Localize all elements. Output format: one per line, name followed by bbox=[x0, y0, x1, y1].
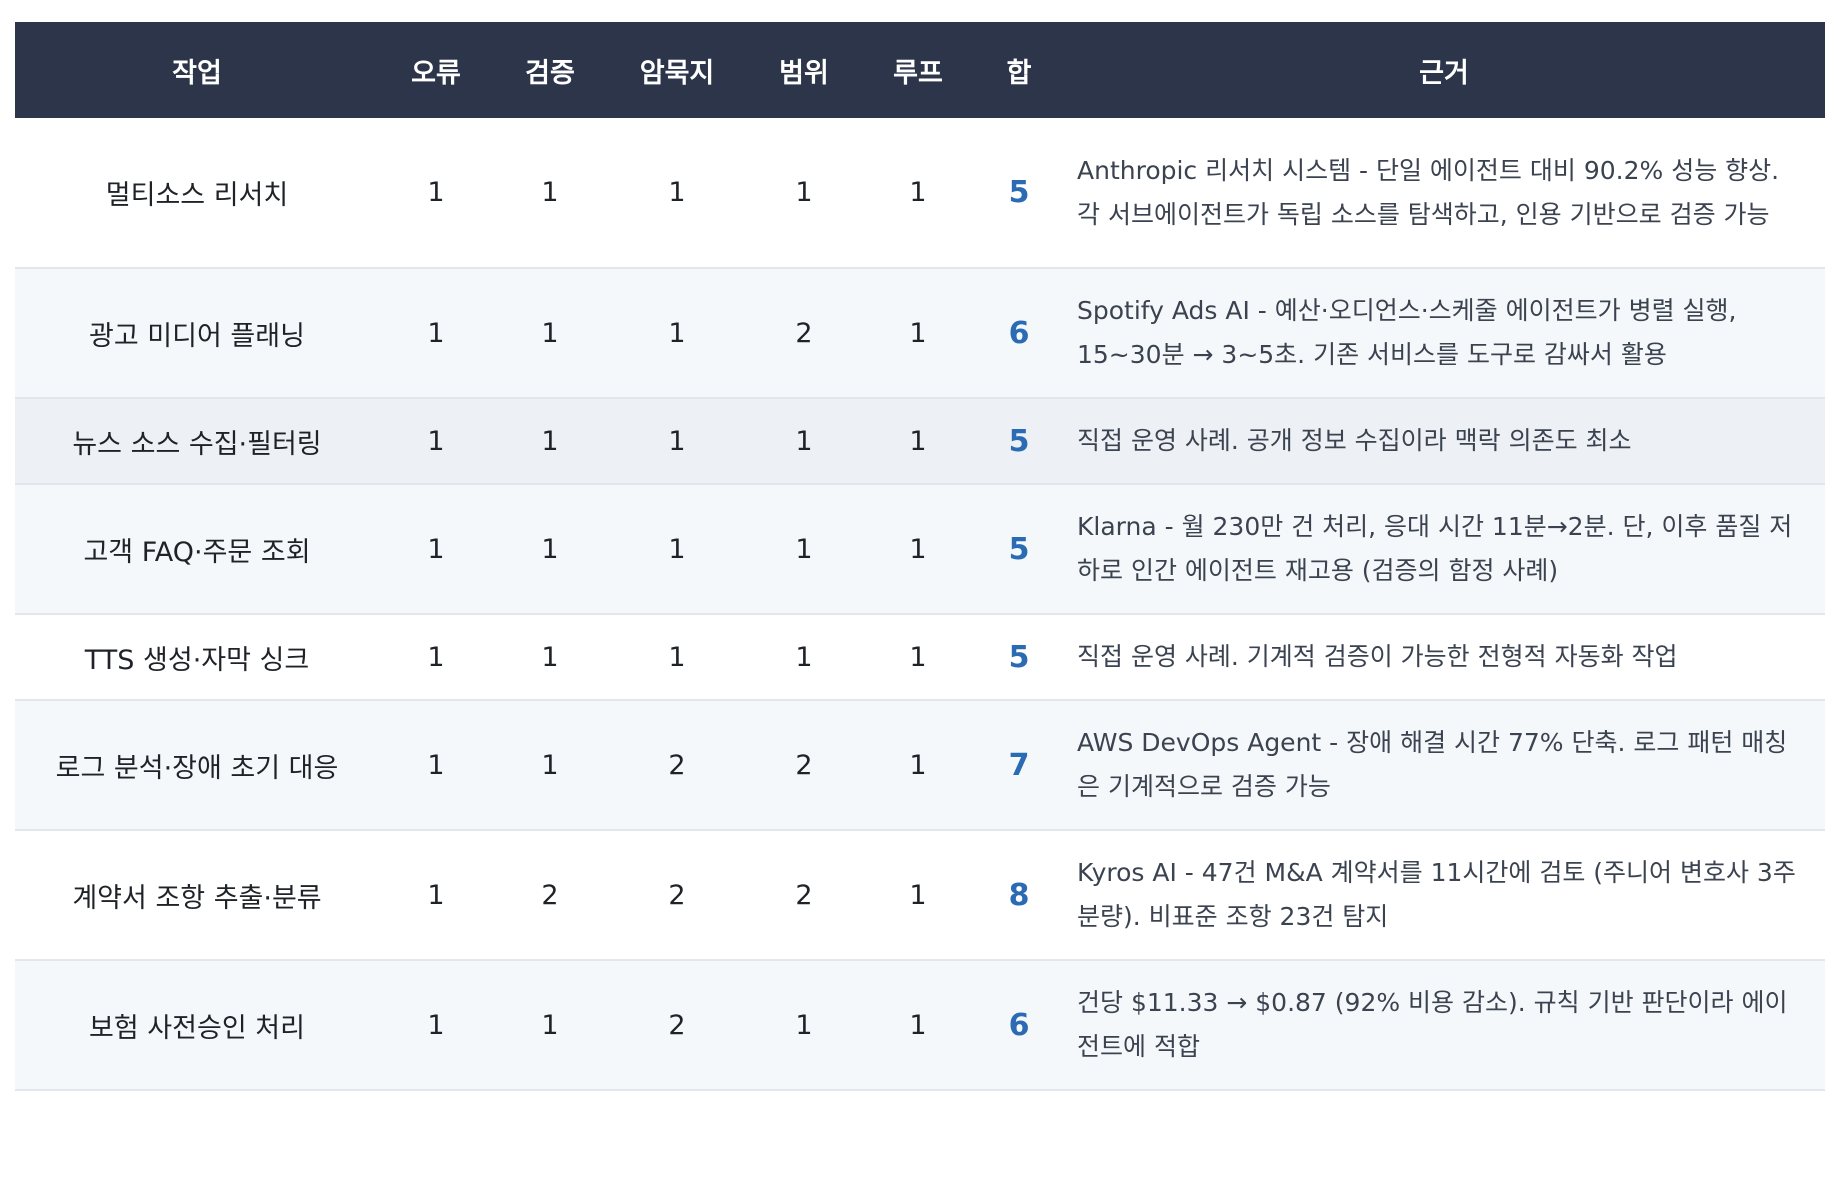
reason-cell: 직접 운영 사례. 공개 정보 수집이라 맥락 의존도 최소 bbox=[1077, 426, 1632, 455]
header-error: 오류 bbox=[411, 57, 461, 89]
score-scope: 2 bbox=[795, 317, 813, 349]
score-tacit: 1 bbox=[668, 641, 686, 673]
header-sum: 합 bbox=[1006, 57, 1032, 89]
reason-cell: 직접 운영 사례. 기계적 검증이 가능한 전형적 자동화 작업 bbox=[1077, 642, 1678, 671]
table-row: 뉴스 소스 수집·필터링 1 1 1 1 1 5 직접 운영 사례. 공개 정보… bbox=[15, 398, 1825, 484]
score-error: 1 bbox=[427, 879, 445, 911]
score-error: 1 bbox=[427, 1009, 445, 1041]
score-loop: 1 bbox=[909, 425, 927, 457]
score-error: 1 bbox=[427, 749, 445, 781]
table-row: 계약서 조항 추출·분류 1 2 2 2 1 8 Kyros AI - 47건 … bbox=[15, 830, 1825, 960]
score-scope: 2 bbox=[795, 879, 813, 911]
score-verify: 1 bbox=[541, 1009, 559, 1041]
table-row: 멀티소스 리서치 1 1 1 1 1 5 Anthropic 리서치 시스템 -… bbox=[15, 118, 1825, 268]
score-loop: 1 bbox=[909, 749, 927, 781]
score-tacit: 2 bbox=[668, 1009, 686, 1041]
score-loop: 1 bbox=[909, 533, 927, 565]
score-scope: 1 bbox=[795, 533, 813, 565]
score-loop: 1 bbox=[909, 317, 927, 349]
task-cell: TTS 생성·자막 싱크 bbox=[84, 644, 310, 676]
table-row: 보험 사전승인 처리 1 1 2 1 1 6 건당 $11.33 → $0.87… bbox=[15, 960, 1825, 1090]
score-loop: 1 bbox=[909, 177, 927, 208]
score-tacit: 1 bbox=[668, 317, 686, 349]
sum-cell: 7 bbox=[1008, 747, 1030, 783]
sum-cell: 5 bbox=[1008, 423, 1030, 459]
score-verify: 2 bbox=[541, 879, 559, 911]
task-cell: 보험 사전승인 처리 bbox=[89, 1012, 305, 1044]
score-scope: 1 bbox=[795, 177, 813, 208]
table-body: 멀티소스 리서치 1 1 1 1 1 5 Anthropic 리서치 시스템 -… bbox=[15, 118, 1825, 1090]
sum-cell: 5 bbox=[1008, 531, 1030, 567]
header-scope: 범위 bbox=[779, 57, 829, 89]
score-scope: 1 bbox=[795, 1009, 813, 1041]
table-row: 로그 분석·장애 초기 대응 1 1 2 2 1 7 AWS DevOps Ag… bbox=[15, 700, 1825, 830]
table-row: 광고 미디어 플래닝 1 1 1 2 1 6 Spotify Ads AI - … bbox=[15, 268, 1825, 398]
reason-cell: 건당 $11.33 → $0.87 (92% 비용 감소). 규칙 기반 판단이… bbox=[1077, 988, 1788, 1061]
sum-cell: 5 bbox=[1008, 175, 1030, 210]
reason-cell: Spotify Ads AI - 예산·오디언스·스케줄 에이전트가 병렬 실행… bbox=[1077, 296, 1737, 369]
reason-cell: AWS DevOps Agent - 장애 해결 시간 77% 단축. 로그 패… bbox=[1077, 728, 1788, 801]
sum-cell: 6 bbox=[1008, 1007, 1030, 1043]
header-verify: 검증 bbox=[525, 57, 575, 89]
task-cell: 계약서 조항 추출·분류 bbox=[72, 882, 322, 914]
score-tacit: 2 bbox=[668, 879, 686, 911]
score-tacit: 2 bbox=[668, 749, 686, 781]
score-verify: 1 bbox=[541, 749, 559, 781]
task-score-table: 작업 오류 검증 암묵지 범위 루프 합 근거 멀티소스 리서치 1 1 1 1… bbox=[15, 22, 1825, 1091]
task-cell: 고객 FAQ·주문 조회 bbox=[83, 536, 311, 568]
reason-cell: Kyros AI - 47건 M&A 계약서를 11시간에 검토 (주니어 변호… bbox=[1077, 858, 1796, 931]
score-scope: 1 bbox=[795, 425, 813, 457]
task-cell: 뉴스 소스 수집·필터링 bbox=[72, 428, 322, 460]
score-verify: 1 bbox=[541, 533, 559, 565]
score-error: 1 bbox=[427, 177, 445, 208]
score-verify: 1 bbox=[541, 317, 559, 349]
score-verify: 1 bbox=[541, 641, 559, 673]
table-row: 고객 FAQ·주문 조회 1 1 1 1 1 5 Klarna - 월 230만… bbox=[15, 484, 1825, 614]
table-header: 작업 오류 검증 암묵지 범위 루프 합 근거 bbox=[15, 22, 1825, 118]
sum-cell: 5 bbox=[1008, 639, 1030, 675]
header-tacit: 암묵지 bbox=[639, 57, 715, 89]
sum-cell: 6 bbox=[1008, 315, 1030, 351]
score-verify: 1 bbox=[541, 425, 559, 457]
task-cell: 광고 미디어 플래닝 bbox=[89, 320, 305, 352]
comparison-table-container: 작업 오류 검증 암묵지 범위 루프 합 근거 멀티소스 리서치 1 1 1 1… bbox=[15, 22, 1825, 1091]
score-tacit: 1 bbox=[668, 177, 686, 208]
task-cell: 로그 분석·장애 초기 대응 bbox=[55, 752, 339, 784]
score-loop: 1 bbox=[909, 641, 927, 673]
sum-cell: 8 bbox=[1008, 877, 1030, 913]
header-reason: 근거 bbox=[1419, 57, 1469, 89]
task-cell: 멀티소스 리서치 bbox=[105, 180, 289, 211]
score-error: 1 bbox=[427, 425, 445, 457]
header-loop: 루프 bbox=[893, 57, 943, 89]
score-tacit: 1 bbox=[668, 533, 686, 565]
score-error: 1 bbox=[427, 317, 445, 349]
score-tacit: 1 bbox=[668, 425, 686, 457]
score-error: 1 bbox=[427, 533, 445, 565]
reason-cell: Klarna - 월 230만 건 처리, 응대 시간 11분→2분. 단, 이… bbox=[1077, 512, 1793, 585]
score-scope: 1 bbox=[795, 641, 813, 673]
score-loop: 1 bbox=[909, 879, 927, 911]
header-row: 작업 오류 검증 암묵지 범위 루프 합 근거 bbox=[15, 22, 1825, 118]
score-error: 1 bbox=[427, 641, 445, 673]
score-loop: 1 bbox=[909, 1009, 927, 1041]
reason-cell: Anthropic 리서치 시스템 - 단일 에이전트 대비 90.2% 성능 … bbox=[1077, 155, 1780, 229]
table-row: TTS 생성·자막 싱크 1 1 1 1 1 5 직접 운영 사례. 기계적 검… bbox=[15, 614, 1825, 700]
score-verify: 1 bbox=[541, 177, 559, 208]
score-scope: 2 bbox=[795, 749, 813, 781]
header-task: 작업 bbox=[172, 57, 222, 89]
